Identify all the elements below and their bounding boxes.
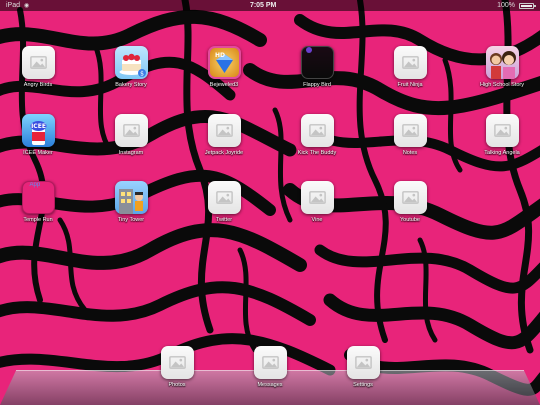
app-jetpack-joyride[interactable]: Jetpack Joyride bbox=[189, 114, 259, 157]
app-vine[interactable]: Vine bbox=[282, 181, 352, 224]
placeholder-icon bbox=[114, 114, 148, 147]
broken-icon-text: App bbox=[29, 182, 41, 188]
placeholder-icon bbox=[393, 114, 427, 147]
app-label: Flappy Bird bbox=[303, 82, 331, 88]
app-talking-angela[interactable]: Talking Angela bbox=[467, 114, 537, 157]
dock-app-messages[interactable]: Messages bbox=[235, 346, 305, 389]
app-label: Instagram bbox=[118, 150, 144, 156]
placeholder-icon bbox=[300, 114, 334, 147]
app-angry-birds[interactable]: Angry Birds bbox=[3, 46, 73, 89]
app-youtube[interactable]: Youtube bbox=[375, 181, 445, 224]
app-label: Bejeweled3 bbox=[209, 82, 239, 88]
dock-app-photos[interactable]: Photos bbox=[142, 346, 212, 389]
app-bakery-story[interactable]: $ Bakery Story bbox=[96, 46, 166, 89]
app-label: Jetpack Joyride bbox=[204, 150, 244, 156]
bejeweled-icon: HD bbox=[207, 46, 241, 79]
svg-text:ICEE: ICEE bbox=[31, 123, 46, 130]
placeholder-icon bbox=[485, 114, 519, 147]
placeholder-icon bbox=[160, 346, 194, 379]
placeholder-icon bbox=[300, 181, 334, 214]
app-notes[interactable]: Notes bbox=[375, 114, 445, 157]
placeholder-icon bbox=[393, 181, 427, 214]
app-label: Notes bbox=[402, 150, 418, 156]
app-label: Temple Run bbox=[23, 217, 53, 223]
app-label: Messages bbox=[257, 382, 283, 388]
app-fruit-ninja[interactable]: Fruit Ninja bbox=[375, 46, 445, 89]
placeholder-icon bbox=[253, 346, 287, 379]
app-icee-maker[interactable]: ICEE ICEE Maker bbox=[3, 114, 73, 157]
bakery-story-icon: $ bbox=[114, 46, 148, 79]
app-label: Twitter bbox=[215, 217, 233, 223]
icee-maker-icon: ICEE bbox=[21, 114, 55, 147]
app-bejeweled[interactable]: HD Bejeweled3 bbox=[189, 46, 259, 89]
tiny-tower-icon bbox=[114, 181, 148, 214]
app-label: Fruit Ninja bbox=[397, 82, 423, 88]
broken-app-icon: App bbox=[21, 181, 55, 214]
app-twitter[interactable]: Twitter bbox=[189, 181, 259, 224]
svg-text:HD: HD bbox=[215, 52, 225, 59]
app-temple-run[interactable]: App Temple Run bbox=[3, 181, 73, 224]
app-label: Tiny Tower bbox=[117, 217, 145, 223]
app-label: Vine bbox=[311, 217, 323, 223]
app-label: Youtube bbox=[400, 217, 420, 223]
app-label: Kick The Buddy bbox=[297, 150, 337, 156]
app-tiny-tower[interactable]: Tiny Tower bbox=[96, 181, 166, 224]
high-school-story-icon bbox=[485, 46, 519, 79]
app-high-school-story[interactable]: High School Story bbox=[467, 46, 537, 89]
placeholder-icon bbox=[207, 181, 241, 214]
app-label: Settings bbox=[353, 382, 373, 388]
home-screen-grid: Angry Birds $ Bakery Story HD Bejeweled3 bbox=[0, 0, 540, 360]
placeholder-icon bbox=[346, 346, 380, 379]
app-kick-the-buddy[interactable]: Kick The Buddy bbox=[282, 114, 352, 157]
app-label: Bakery Story bbox=[115, 82, 147, 88]
app-flappy-bird[interactable]: Flappy Bird bbox=[282, 46, 352, 89]
app-label: ICEE Maker bbox=[23, 150, 53, 156]
app-label: Angry Birds bbox=[23, 82, 53, 88]
placeholder-icon bbox=[393, 46, 427, 79]
app-label: Photos bbox=[168, 382, 186, 388]
placeholder-icon bbox=[21, 46, 55, 79]
dock-app-settings[interactable]: Settings bbox=[328, 346, 398, 389]
app-instagram[interactable]: Instagram bbox=[96, 114, 166, 157]
app-label: Talking Angela bbox=[484, 150, 520, 156]
flappy-bird-icon bbox=[300, 46, 334, 79]
svg-text:$: $ bbox=[140, 71, 144, 78]
placeholder-icon bbox=[207, 114, 241, 147]
app-label: High School Story bbox=[479, 82, 525, 88]
